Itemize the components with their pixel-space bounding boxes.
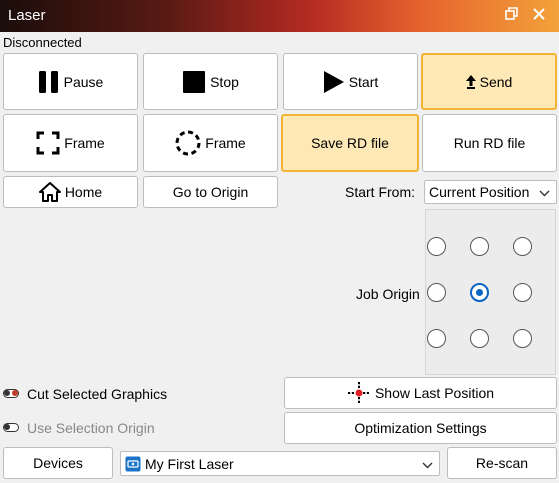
origin-middle-left-radio[interactable] xyxy=(427,283,446,302)
home-label: Home xyxy=(64,184,103,200)
origin-top-right-radio[interactable] xyxy=(513,237,532,256)
devices-label: Devices xyxy=(33,455,83,471)
start-from-label: Start From: xyxy=(345,184,416,200)
origin-bottom-center-radio[interactable] xyxy=(470,329,489,348)
use-selection-origin-toggle[interactable] xyxy=(3,423,19,432)
frame-button[interactable]: Frame xyxy=(3,114,138,172)
home-icon xyxy=(38,182,61,202)
devices-button[interactable]: Devices xyxy=(3,447,113,479)
device-select-value: My First Laser xyxy=(145,455,234,472)
pause-button[interactable]: Pause xyxy=(3,53,138,110)
origin-bottom-right-radio[interactable] xyxy=(513,329,532,348)
job-origin-grid xyxy=(425,209,556,375)
frame-circle-icon xyxy=(175,130,201,156)
stop-button[interactable]: Stop xyxy=(143,53,278,110)
run-rd-label: Run RD file xyxy=(453,135,526,151)
optimization-settings-label: Optimization Settings xyxy=(354,420,487,436)
save-rd-label: Save RD file xyxy=(311,135,389,151)
cut-selected-toggle[interactable] xyxy=(3,389,19,398)
laser-device-icon xyxy=(125,456,141,472)
close-icon[interactable] xyxy=(531,6,549,24)
window-titlebar: Laser xyxy=(0,0,559,32)
go-to-origin-button[interactable]: Go to Origin xyxy=(143,176,278,208)
send-label: Send xyxy=(479,73,513,90)
chevron-down-icon xyxy=(539,184,550,200)
origin-middle-center-radio[interactable] xyxy=(470,283,489,302)
stop-label: Stop xyxy=(210,73,239,90)
play-icon xyxy=(323,70,345,94)
window-title: Laser xyxy=(8,7,46,24)
frame-label: Frame xyxy=(64,135,105,151)
start-from-select[interactable]: Current Position xyxy=(424,180,557,204)
crosshair-target-icon xyxy=(347,381,371,405)
go-to-origin-label: Go to Origin xyxy=(172,184,249,200)
origin-top-center-radio[interactable] xyxy=(470,237,489,256)
pause-label: Pause xyxy=(63,73,104,90)
start-label: Start xyxy=(348,73,379,90)
chevron-down-icon xyxy=(422,456,433,472)
device-select[interactable]: My First Laser xyxy=(120,451,440,476)
start-from-value: Current Position xyxy=(429,184,530,200)
rescan-button[interactable]: Re-scan xyxy=(447,447,557,479)
show-last-position-button[interactable]: Show Last Position xyxy=(284,377,557,409)
stop-icon xyxy=(182,70,206,94)
send-button[interactable]: Send xyxy=(421,53,557,110)
show-last-position-label: Show Last Position xyxy=(374,385,495,401)
restore-icon[interactable] xyxy=(504,6,522,24)
origin-top-left-radio[interactable] xyxy=(427,237,446,256)
rescan-label: Re-scan xyxy=(475,455,529,471)
job-origin-label: Job Origin xyxy=(356,286,420,302)
use-selection-origin-label: Use Selection Origin xyxy=(27,420,155,436)
origin-middle-right-radio[interactable] xyxy=(513,283,532,302)
upload-arrow-icon xyxy=(465,74,476,89)
pause-icon xyxy=(38,70,60,94)
run-rd-file-button[interactable]: Run RD file xyxy=(422,114,557,172)
home-button[interactable]: Home xyxy=(3,176,138,208)
save-rd-file-button[interactable]: Save RD file xyxy=(281,114,419,172)
origin-bottom-left-radio[interactable] xyxy=(427,329,446,348)
optimization-settings-button[interactable]: Optimization Settings xyxy=(284,412,557,444)
cut-selected-label: Cut Selected Graphics xyxy=(27,386,168,402)
frame-circle-button[interactable]: Frame xyxy=(143,114,278,172)
frame-circle-label: Frame xyxy=(205,135,246,151)
frame-rect-icon xyxy=(36,131,60,155)
connection-status: Disconnected xyxy=(3,35,82,50)
start-button[interactable]: Start xyxy=(283,53,418,110)
